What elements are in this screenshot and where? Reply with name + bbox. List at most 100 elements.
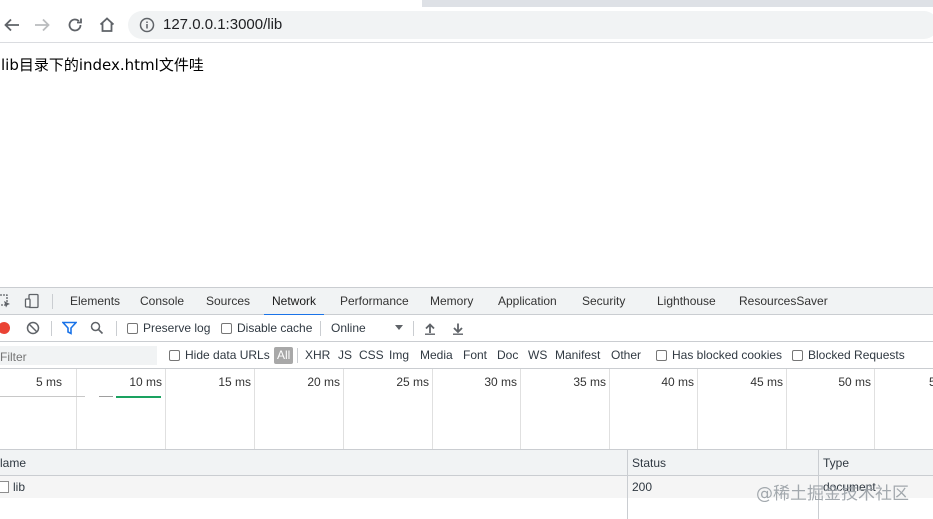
column-header-status[interactable]: Status xyxy=(632,450,666,476)
type-filter-css[interactable]: CSS xyxy=(356,347,387,364)
tab-sources[interactable]: Sources xyxy=(206,288,250,315)
requests-table-header: lame Status Type xyxy=(0,450,933,476)
filter-input[interactable] xyxy=(0,346,157,365)
tab-gap xyxy=(366,0,422,7)
blocked-requests-checkbox[interactable]: Blocked Requests xyxy=(792,342,905,368)
hide-data-urls-box[interactable] xyxy=(169,349,180,361)
preserve-log-checkbox[interactable]: Preserve log xyxy=(127,315,210,341)
timeline-tick: 10 ms xyxy=(77,369,166,449)
tab-lighthouse[interactable]: Lighthouse xyxy=(657,288,716,315)
tick-label: 15 ms xyxy=(218,375,251,389)
tick-label: 50 ms xyxy=(838,375,871,389)
forward-arrow-icon xyxy=(35,18,50,32)
timeline-tick: 25 ms xyxy=(344,369,433,449)
has-blocked-cookies-box[interactable] xyxy=(656,349,667,361)
type-filter-media[interactable]: Media xyxy=(417,347,456,364)
timeline-tick: 45 ms xyxy=(698,369,787,449)
inspect-element-icon[interactable] xyxy=(0,293,12,309)
url-text: 127.0.0.1:3000/lib xyxy=(163,16,283,33)
back-button[interactable] xyxy=(0,13,24,37)
waterfall-queue-bar xyxy=(99,396,113,397)
type-filter-font[interactable]: Font xyxy=(460,347,490,364)
type-filter-xhr[interactable]: XHR xyxy=(302,347,333,364)
tab-strip xyxy=(0,0,933,7)
export-har-button[interactable] xyxy=(452,315,464,341)
search-button[interactable] xyxy=(90,315,104,341)
timeline-tick: 40 ms xyxy=(609,369,698,449)
network-toolbar: Preserve log Disable cache Online xyxy=(0,315,933,342)
disable-cache-label: Disable cache xyxy=(237,321,313,335)
disable-cache-checkbox[interactable]: Disable cache xyxy=(221,315,312,341)
timeline-tick: 50 ms xyxy=(786,369,875,449)
tab-security[interactable]: Security xyxy=(582,288,625,315)
tick-label: 40 ms xyxy=(661,375,694,389)
active-browser-tab[interactable] xyxy=(0,0,366,7)
page-content-text: lib目录下的index.html文件哇 xyxy=(1,56,204,74)
home-icon xyxy=(99,17,115,32)
tab-memory[interactable]: Memory xyxy=(430,288,473,315)
throttling-value: Online xyxy=(331,321,366,335)
timeline-tick: 5 ms xyxy=(0,369,77,449)
back-arrow-icon xyxy=(4,18,19,32)
tick-label: 35 ms xyxy=(573,375,606,389)
tab-application[interactable]: Application xyxy=(498,288,557,315)
has-blocked-cookies-checkbox[interactable]: Has blocked cookies xyxy=(656,342,782,368)
type-filter-doc[interactable]: Doc xyxy=(494,347,521,364)
timeline-tick: 20 ms xyxy=(255,369,344,449)
tab-separator xyxy=(52,294,53,309)
toolbar-separator xyxy=(413,321,414,336)
hide-data-urls-label: Hide data URLs xyxy=(185,348,270,362)
type-filter-all[interactable]: All xyxy=(274,347,294,364)
network-filter-bar: Hide data URLs All XHR JS CSS Img Media … xyxy=(0,342,933,369)
type-filter-other[interactable]: Other xyxy=(608,347,644,364)
tick-label: 10 ms xyxy=(129,375,162,389)
browser-toolbar: 127.0.0.1:3000/lib xyxy=(0,7,933,43)
tab-network[interactable]: Network xyxy=(263,288,325,316)
toolbar-separator xyxy=(116,321,117,336)
blocked-requests-box[interactable] xyxy=(792,349,803,361)
column-divider[interactable] xyxy=(627,450,628,519)
tick-label: 20 ms xyxy=(307,375,340,389)
preserve-log-box[interactable] xyxy=(127,322,138,334)
clear-button[interactable] xyxy=(26,315,40,341)
tab-performance[interactable]: Performance xyxy=(340,288,409,315)
device-toolbar-icon[interactable] xyxy=(24,293,40,309)
column-header-type[interactable]: Type xyxy=(823,450,849,476)
preserve-log-label: Preserve log xyxy=(143,321,211,335)
tab-resourcessaver[interactable]: ResourcesSaver xyxy=(739,288,828,315)
hide-data-urls-checkbox[interactable]: Hide data URLs xyxy=(169,342,270,368)
timeline-tick: 35 ms xyxy=(521,369,610,449)
type-filter-img[interactable]: Img xyxy=(386,347,412,364)
tab-console[interactable]: Console xyxy=(140,288,184,315)
row-status: 200 xyxy=(632,480,653,494)
devtools-tab-bar: Elements Console Sources Network Perform… xyxy=(0,288,933,316)
reload-button[interactable] xyxy=(63,13,87,37)
disable-cache-box[interactable] xyxy=(221,322,232,334)
filter-funnel-icon xyxy=(62,321,77,335)
type-filter-js[interactable]: JS xyxy=(335,347,355,364)
type-filter-manifest[interactable]: Manifest xyxy=(552,347,603,364)
address-bar[interactable]: 127.0.0.1:3000/lib xyxy=(128,11,933,39)
info-icon[interactable] xyxy=(139,17,155,33)
forward-button[interactable] xyxy=(30,13,54,37)
network-overview-timeline[interactable]: 5 ms 10 ms 15 ms 20 ms 25 ms 30 ms 35 ms… xyxy=(0,369,933,450)
throttling-select[interactable]: Online xyxy=(331,315,403,341)
timeline-tick: 30 ms xyxy=(432,369,521,449)
type-filter-ws[interactable]: WS xyxy=(525,347,550,364)
import-har-button[interactable] xyxy=(424,315,436,341)
clear-icon xyxy=(26,321,40,335)
tick-label: 5 ms xyxy=(35,375,62,389)
home-button[interactable] xyxy=(95,13,119,37)
filter-toggle-button[interactable] xyxy=(62,315,77,341)
tick-label: 30 ms xyxy=(484,375,517,389)
dropdown-triangle-icon xyxy=(395,325,403,330)
column-header-name[interactable]: lame xyxy=(0,450,26,476)
waterfall-waiting-bar xyxy=(0,396,85,397)
page-viewport: lib目录下的index.html文件哇 xyxy=(0,44,933,287)
blocked-requests-label: Blocked Requests xyxy=(808,348,905,362)
record-button[interactable] xyxy=(0,315,11,341)
watermark: @稀土掘金技术社区 xyxy=(756,484,909,504)
tab-elements[interactable]: Elements xyxy=(70,288,120,315)
has-blocked-cookies-label: Has blocked cookies xyxy=(672,348,783,362)
browser-tab-2[interactable] xyxy=(422,0,933,7)
